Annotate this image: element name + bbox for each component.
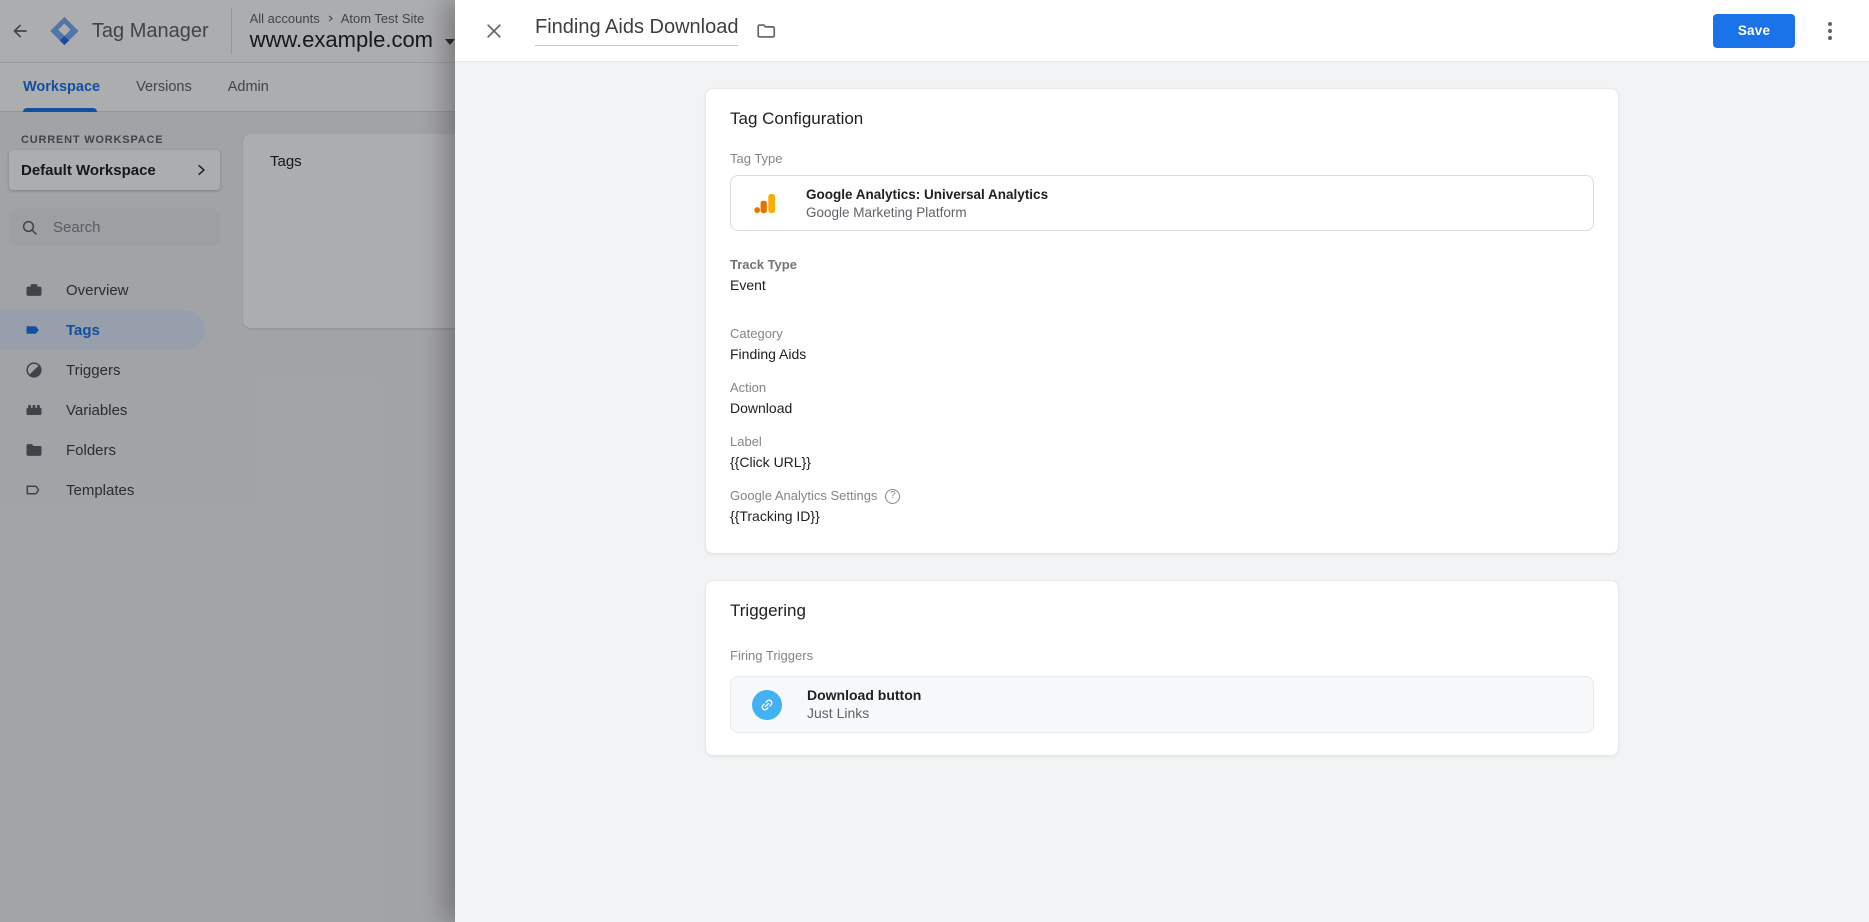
- category-label: Category: [730, 326, 1594, 342]
- save-button[interactable]: Save: [1713, 14, 1795, 48]
- help-icon[interactable]: ?: [885, 489, 900, 504]
- tag-configuration-title: Tag Configuration: [730, 108, 1594, 130]
- action-label: Action: [730, 380, 1594, 396]
- just-links-trigger-badge: [752, 690, 782, 720]
- folder-outline-icon: [755, 20, 777, 42]
- ga-settings-value: {{Tracking ID}}: [730, 507, 1594, 525]
- google-analytics-icon: [752, 190, 779, 217]
- tag-editor-panel: Finding Aids Download Save Tag Configura…: [455, 0, 1869, 922]
- action-value: Download: [730, 399, 1594, 417]
- tag-type-name: Google Analytics: Universal Analytics: [806, 186, 1048, 203]
- gtm-app: Tag Manager All accounts Atom Test Site …: [0, 0, 1869, 922]
- close-icon: [484, 21, 504, 41]
- modal-scrim[interactable]: [0, 0, 455, 922]
- trigger-type: Just Links: [807, 705, 921, 722]
- tag-configuration-card[interactable]: Tag Configuration Tag Type Google Analyt…: [705, 88, 1619, 554]
- category-value: Finding Aids: [730, 345, 1594, 363]
- kebab-dot: [1828, 22, 1832, 26]
- move-to-folder-button[interactable]: [754, 19, 778, 43]
- ga-settings-label: Google Analytics Settings: [730, 488, 877, 504]
- tag-editor-header: Finding Aids Download Save: [455, 0, 1869, 62]
- track-type-value: Event: [730, 276, 1594, 294]
- tag-name-input[interactable]: Finding Aids Download: [535, 16, 738, 46]
- tag-editor-body: Tag Configuration Tag Type Google Analyt…: [455, 63, 1869, 922]
- ga-settings-label-row: Google Analytics Settings ?: [730, 488, 1594, 504]
- kebab-dot: [1828, 36, 1832, 40]
- more-actions-button[interactable]: [1818, 19, 1842, 43]
- label-label: Label: [730, 434, 1594, 450]
- triggering-title: Triggering: [730, 600, 1594, 622]
- tag-type-vendor: Google Marketing Platform: [806, 204, 1048, 221]
- trigger-name: Download button: [807, 687, 921, 704]
- firing-triggers-label: Firing Triggers: [730, 648, 1594, 664]
- triggering-card[interactable]: Triggering Firing Triggers Download butt…: [705, 580, 1619, 756]
- firing-trigger-row[interactable]: Download button Just Links: [730, 676, 1594, 733]
- label-value: {{Click URL}}: [730, 453, 1594, 471]
- link-icon: [756, 693, 779, 716]
- tag-type-label: Tag Type: [730, 151, 1594, 167]
- close-button[interactable]: [482, 19, 506, 43]
- tag-type-selector[interactable]: Google Analytics: Universal Analytics Go…: [730, 175, 1594, 231]
- track-type-label: Track Type: [730, 257, 1594, 273]
- kebab-dot: [1828, 29, 1832, 33]
